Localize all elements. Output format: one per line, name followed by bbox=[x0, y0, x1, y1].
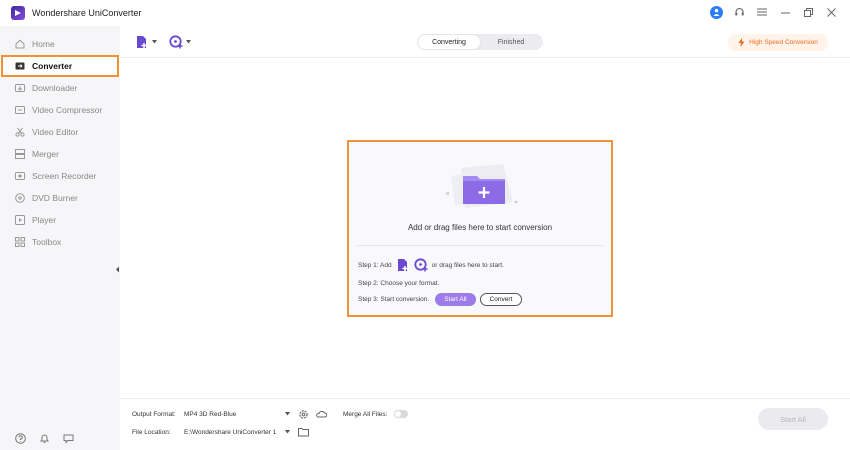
sidebar-item-label: Home bbox=[32, 39, 55, 49]
app-logo bbox=[11, 6, 25, 20]
sidebar-item-label: Merger bbox=[32, 149, 59, 159]
file-location-label: File Location: bbox=[132, 429, 171, 436]
restore-icon[interactable] bbox=[801, 5, 815, 19]
start-all-pill-button[interactable]: Start All bbox=[435, 293, 476, 306]
step-3-label: Step 3: Start conversion. bbox=[358, 296, 430, 303]
sidebar-item-downloader[interactable]: Downloader bbox=[0, 77, 120, 99]
sidebar-item-video-editor[interactable]: Video Editor bbox=[0, 121, 120, 143]
title-bar: Wondershare UniConverter bbox=[0, 0, 850, 26]
hardware-acceleration-icon[interactable] bbox=[315, 408, 327, 420]
step-1: Step 1: Add or drag files here to start. bbox=[358, 258, 504, 272]
downloader-icon bbox=[15, 83, 25, 93]
sidebar-item-merger[interactable]: Merger bbox=[0, 143, 120, 165]
sidebar-item-label: Toolbox bbox=[32, 237, 62, 247]
footer-bar: Output Format: MP4 3D Red-Blue Merge All… bbox=[120, 398, 850, 450]
home-icon bbox=[15, 39, 25, 49]
sidebar-item-label: Screen Recorder bbox=[32, 171, 97, 181]
feedback-icon[interactable] bbox=[62, 432, 74, 444]
drop-zone-instruction: Add or drag files here to start conversi… bbox=[407, 223, 553, 232]
merge-all-label: Merge All Files: bbox=[343, 411, 388, 418]
convert-pill-button[interactable]: Convert bbox=[479, 293, 523, 306]
sidebar-item-toolbox[interactable]: Toolbox bbox=[0, 231, 120, 253]
drop-zone[interactable]: Add or drag files here to start conversi… bbox=[347, 140, 613, 317]
compress-icon bbox=[15, 105, 25, 115]
sidebar-footer bbox=[14, 432, 74, 444]
scissors-icon bbox=[15, 127, 25, 137]
output-format-value: MP4 3D Red-Blue bbox=[184, 410, 237, 418]
status-tabs: Converting Finished bbox=[417, 34, 543, 50]
sidebar-item-home[interactable]: Home bbox=[0, 33, 120, 55]
bell-icon[interactable] bbox=[38, 432, 50, 444]
folder-illustration-icon bbox=[443, 162, 521, 212]
play-icon bbox=[15, 215, 25, 225]
dropdown-arrow-icon bbox=[152, 40, 157, 44]
record-icon bbox=[15, 171, 25, 181]
sidebar-item-label: DVD Burner bbox=[32, 193, 78, 203]
folder-icon[interactable] bbox=[297, 426, 309, 438]
divider bbox=[357, 245, 603, 246]
window-controls bbox=[710, 5, 838, 19]
add-file-icon[interactable] bbox=[396, 258, 410, 272]
sidebar: Home Converter Downloader Video Compress… bbox=[0, 26, 120, 450]
sidebar-item-label: Converter bbox=[32, 61, 73, 71]
sidebar-item-label: Video Editor bbox=[32, 127, 79, 137]
chevron-down-icon bbox=[285, 430, 290, 434]
app-title: Wondershare UniConverter bbox=[32, 8, 142, 18]
grid-icon bbox=[15, 237, 25, 247]
toolbar: Converting Finished High Speed Conversio… bbox=[120, 26, 850, 58]
sidebar-item-label: Player bbox=[32, 215, 57, 225]
close-icon[interactable] bbox=[824, 5, 838, 19]
merge-all-toggle[interactable] bbox=[394, 410, 408, 418]
settings-gear-icon[interactable] bbox=[297, 408, 309, 420]
step-1-label: Step 1: Add bbox=[358, 261, 392, 269]
step-2-label: Step 2: Choose your format. bbox=[358, 280, 440, 287]
output-format-label: Output Format: bbox=[132, 411, 176, 418]
load-dvd-button[interactable] bbox=[169, 34, 191, 50]
chevron-down-icon bbox=[285, 412, 290, 416]
high-speed-label: High Speed Conversion bbox=[749, 39, 818, 46]
lightning-icon bbox=[738, 38, 745, 47]
dvd-add-icon[interactable] bbox=[414, 258, 428, 272]
disc-icon bbox=[15, 193, 25, 203]
main-panel: Converting Finished High Speed Conversio… bbox=[120, 26, 850, 450]
sidebar-item-label: Video Compressor bbox=[32, 105, 103, 115]
sidebar-item-label: Downloader bbox=[32, 83, 78, 93]
add-file-icon bbox=[135, 35, 149, 49]
minimize-icon[interactable] bbox=[778, 5, 792, 19]
dropdown-arrow-icon bbox=[186, 40, 191, 44]
file-location-value: E:\Wondershare UniConverter 1 bbox=[184, 428, 277, 436]
output-format-select[interactable]: MP4 3D Red-Blue bbox=[184, 408, 290, 420]
add-files-button[interactable] bbox=[135, 34, 157, 50]
menu-icon[interactable] bbox=[755, 5, 769, 19]
help-icon[interactable] bbox=[14, 432, 26, 444]
headset-icon[interactable] bbox=[732, 5, 746, 19]
high-speed-conversion-button[interactable]: High Speed Conversion bbox=[728, 34, 828, 51]
sidebar-item-player[interactable]: Player bbox=[0, 209, 120, 231]
start-all-button[interactable]: Start All bbox=[758, 408, 828, 430]
account-icon[interactable] bbox=[710, 5, 723, 19]
file-location-select[interactable]: E:\Wondershare UniConverter 1 bbox=[184, 426, 290, 438]
converter-icon bbox=[15, 61, 25, 71]
tab-converting[interactable]: Converting bbox=[418, 35, 480, 49]
merge-icon bbox=[15, 149, 25, 159]
sidebar-item-converter[interactable]: Converter bbox=[0, 55, 120, 77]
tab-finished[interactable]: Finished bbox=[480, 35, 542, 49]
dvd-add-icon bbox=[169, 35, 183, 49]
sidebar-item-dvd-burner[interactable]: DVD Burner bbox=[0, 187, 120, 209]
step-1-suffix: or drag files here to start. bbox=[431, 261, 504, 269]
step-3: Step 3: Start conversion. Start All Conv… bbox=[358, 293, 523, 306]
sidebar-item-video-compressor[interactable]: Video Compressor bbox=[0, 99, 120, 121]
step-2: Step 2: Choose your format. bbox=[358, 280, 439, 287]
sidebar-item-screen-recorder[interactable]: Screen Recorder bbox=[0, 165, 120, 187]
